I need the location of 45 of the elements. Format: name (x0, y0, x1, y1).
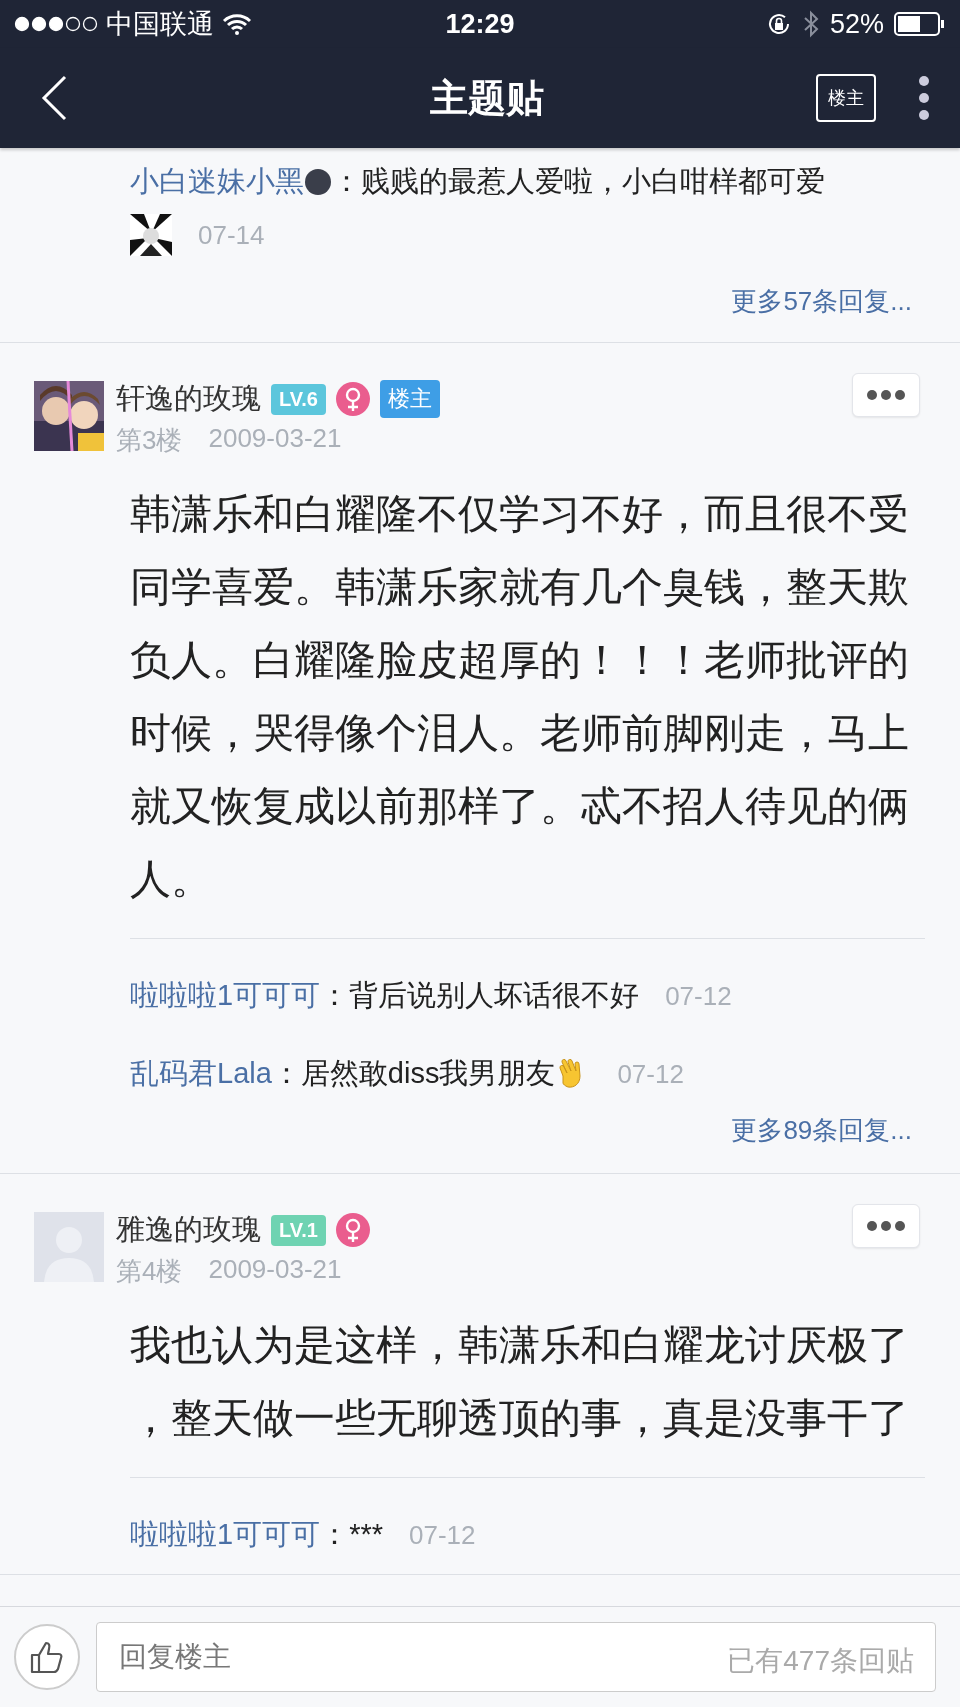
more-menu-icon[interactable] (918, 75, 930, 121)
more-replies-link[interactable]: 更多89条回复... (731, 1113, 912, 1148)
more-replies-link[interactable]: 更多57条回复... (731, 283, 912, 319)
op-badge: 楼主 (379, 380, 440, 418)
carrier-name: 中国联通 (106, 8, 214, 41)
back-icon[interactable] (40, 75, 68, 121)
username[interactable]: 雅逸的玫瑰 (116, 1210, 261, 1250)
reply-count: 已有477条回贴 (727, 1644, 914, 1678)
female-icon (335, 382, 370, 416)
reply-date: 07-12 (665, 980, 732, 1012)
battery-icon (894, 12, 946, 36)
female-icon (335, 1213, 370, 1247)
post-menu-button[interactable] (852, 373, 920, 417)
thumbs-up-icon (29, 1639, 65, 1675)
floor-number: 第4楼 (116, 1255, 183, 1288)
op-only-button[interactable]: 楼主 (816, 74, 876, 122)
reply-date: 07-14 (198, 219, 265, 251)
floor-number: 第3楼 (116, 424, 183, 457)
clock-time: 12:29 (445, 8, 515, 39)
reply-text: ：居然敢diss我男朋友 (271, 1056, 556, 1091)
ellipsis-icon (866, 1220, 906, 1232)
wifi-icon (222, 13, 252, 35)
post-date: 2009-03-21 (208, 423, 342, 455)
reply-username[interactable]: 啦啦啦1可可可 (130, 1515, 321, 1555)
reply-text: ：贱贱的最惹人爱啦，小白咁样都可爱 (332, 164, 825, 199)
moon-icon (304, 168, 332, 196)
post-body: 我也认为是这样，韩潇乐和白耀龙讨厌极了，整天做一些无聊透顶的事，真是没事干了 (130, 1321, 910, 1443)
username[interactable]: 轩逸的玫瑰 (116, 379, 261, 419)
battery-percent: 52% (829, 8, 884, 40)
post-menu-button[interactable] (852, 1204, 920, 1248)
reply-username[interactable]: 乱码君Lala (130, 1054, 272, 1094)
reply-username[interactable]: 啦啦啦1可可可 (130, 976, 321, 1016)
post-date: 2009-03-21 (208, 1254, 342, 1286)
reply-text: ：背后说别人坏话很不好 (320, 978, 640, 1013)
ellipsis-icon (866, 389, 906, 401)
post-body: 韩潇乐和白耀隆不仅学习不好，而且很不受同学喜爱。韩潇乐家就有几个臭钱，整天欺负人。白耀隆脸皮超厚的！！！老师批评的时候，哭得像个泪人。老师前脚刚走，马上就又恢复成以前那样了。忒不招人待见的俩人。 (130, 490, 910, 904)
reply-text: ：*** (320, 1517, 383, 1552)
reply-date: 07-12 (409, 1519, 476, 1551)
page-title: 主题贴 (430, 76, 544, 119)
signal-icon (14, 16, 98, 32)
reply-date: 07-12 (617, 1058, 684, 1090)
level-badge: LV.6 (271, 383, 326, 415)
reply-username[interactable]: 小白迷妹小黑 (130, 162, 304, 202)
level-badge: LV.1 (271, 1214, 326, 1246)
avatar-placeholder-icon (34, 1212, 104, 1282)
